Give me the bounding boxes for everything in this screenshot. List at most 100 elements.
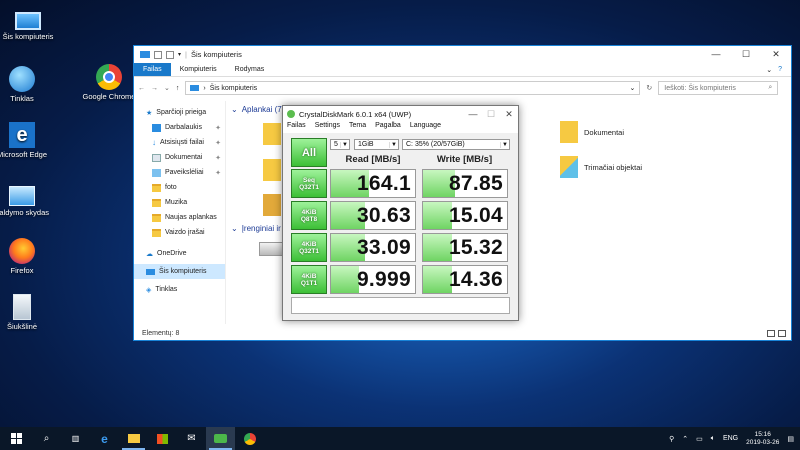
tab-view[interactable]: Rodymas: [226, 63, 274, 76]
test-button-seq-q32t1[interactable]: Seq Q32T1: [291, 169, 327, 198]
address-bar[interactable]: › Šis kompiuteris ⌄: [185, 81, 641, 95]
search-button[interactable]: ⌕: [32, 427, 61, 450]
download-arrow-icon: ↓: [152, 138, 156, 147]
nav-this-pc[interactable]: Šis kompiuteris: [134, 264, 225, 279]
section-folders-header[interactable]: ⌄ Aplankai (7): [231, 105, 284, 114]
menu-help[interactable]: Pagalba: [375, 122, 401, 133]
folder-tile-left-3[interactable]: [263, 194, 281, 216]
read-fill-bar: [331, 266, 359, 293]
folder-icon: [152, 228, 161, 237]
clock[interactable]: 15:16 2019-03-26: [746, 431, 779, 447]
breadcrumb-separator-icon: ›: [203, 84, 206, 92]
chevron-down-icon[interactable]: ⌄: [766, 66, 772, 74]
menu-settings[interactable]: Settings: [315, 122, 340, 133]
details-view-icon[interactable]: [767, 330, 775, 337]
close-button[interactable]: ✕: [761, 49, 791, 60]
clock-time: 15:16: [754, 430, 771, 438]
chevron-up-icon[interactable]: ⌃: [682, 435, 688, 443]
section-devices-header[interactable]: ⌄ Įrenginiai ir: [231, 224, 281, 233]
desktop-icon-edge[interactable]: e Microsoft Edge: [0, 122, 50, 159]
nav-item-documents[interactable]: Dokumentai ✦: [134, 150, 225, 165]
refresh-icon[interactable]: ↻: [646, 84, 652, 92]
status-bar-items: Elementų: 8: [142, 330, 180, 337]
read-result-4k-q1t1: 9.999: [330, 265, 416, 294]
nav-item-downloads[interactable]: ↓ Atsisiųsti failai ✦: [134, 135, 225, 150]
search-icon: ⌕: [768, 84, 773, 91]
help-icon[interactable]: ?: [778, 66, 782, 73]
nav-item-new-folder[interactable]: Naujas aplankas: [134, 210, 225, 225]
people-icon[interactable]: ⚲: [669, 435, 674, 443]
maximize-button[interactable]: ☐: [731, 49, 761, 60]
recent-dropdown-icon[interactable]: ⌄: [164, 84, 170, 92]
desktop-icon-network[interactable]: Tinklas: [0, 66, 50, 103]
desktop-icon-firefox[interactable]: Firefox: [0, 238, 50, 275]
start-button[interactable]: [0, 427, 32, 450]
notifications-icon[interactable]: ▤: [787, 435, 794, 443]
properties-icon[interactable]: [154, 50, 162, 59]
menu-language[interactable]: Language: [410, 122, 441, 133]
test-button-4k-q32t1[interactable]: 4KiB Q32T1: [291, 233, 327, 262]
up-arrow-icon[interactable]: ↑: [176, 85, 180, 92]
tab-computer[interactable]: Kompiuteris: [171, 63, 226, 76]
count-select[interactable]: 5 ▼: [330, 139, 350, 150]
language-indicator[interactable]: ENG: [723, 435, 738, 442]
quick-access-dropdown-icon[interactable]: ▾: [178, 51, 181, 58]
taskbar-edge[interactable]: e: [90, 427, 119, 450]
drive-icon[interactable]: [259, 242, 283, 256]
folder-icon: [152, 213, 161, 222]
desktop-icon-label: Google Chrome: [82, 92, 136, 101]
back-arrow-icon[interactable]: ←: [138, 85, 145, 92]
comment-input[interactable]: [291, 297, 510, 314]
taskbar-crystaldiskmark[interactable]: [206, 427, 235, 450]
nav-onedrive[interactable]: ☁ OneDrive: [134, 246, 225, 261]
tab-file[interactable]: Failas: [134, 63, 171, 76]
nav-item-pictures[interactable]: Paveikslėliai ✦: [134, 165, 225, 180]
nav-item-desktop[interactable]: Darbalaukis ✦: [134, 120, 225, 135]
recycle-bin-icon: [13, 294, 31, 320]
address-dropdown-icon[interactable]: ⌄: [630, 84, 636, 92]
new-folder-icon[interactable]: [166, 50, 174, 59]
size-select[interactable]: 1GiB ▼: [354, 139, 399, 150]
windows-logo-icon: [10, 433, 22, 444]
taskbar-file-explorer[interactable]: [119, 427, 148, 450]
nav-item-music[interactable]: Muzika: [134, 195, 225, 210]
folder-tile-left-1[interactable]: [263, 123, 281, 145]
cdm-minimize-button[interactable]: —: [464, 109, 482, 120]
task-view-button[interactable]: ▥: [61, 427, 90, 450]
cdm-close-button[interactable]: ✕: [500, 109, 518, 120]
drive-select[interactable]: C: 35% (20/57GiB) ▼: [402, 139, 510, 150]
nav-network[interactable]: ◈ Tinklas: [134, 282, 225, 297]
read-result-4k-q8t8: 30.63: [330, 201, 416, 230]
folder-icon: [127, 434, 140, 443]
nav-item-foto[interactable]: foto: [134, 180, 225, 195]
taskbar-chrome[interactable]: [235, 427, 264, 450]
test-button-4k-q8t8[interactable]: 4KiB Q8T8: [291, 201, 327, 230]
folder-3d-objects[interactable]: Trimačiai objektai: [560, 156, 642, 178]
forward-arrow-icon[interactable]: →: [151, 85, 158, 92]
test-button-4k-q1t1[interactable]: 4KiB Q1T1: [291, 265, 327, 294]
network-wired-icon[interactable]: ▭: [696, 435, 703, 443]
search-input[interactable]: Ieškoti: Šis kompiuteris ⌕: [658, 81, 779, 95]
desktop-icon-this-pc[interactable]: Šis kompiuteris: [0, 8, 56, 41]
menu-file[interactable]: Failas: [287, 122, 306, 133]
write-result-4k-q1t1: 14.36: [422, 265, 508, 294]
folder-documents[interactable]: Dokumentai: [560, 121, 624, 143]
large-icons-view-icon[interactable]: [778, 330, 786, 337]
desktop-icon-chrome[interactable]: Google Chrome: [81, 64, 137, 101]
pin-icon: ✦: [215, 139, 221, 147]
write-column-header: Write [MB/s]: [436, 154, 493, 165]
write-result-4k-q32t1: 15.32: [422, 233, 508, 262]
minimize-button[interactable]: —: [701, 49, 731, 60]
desktop-icon-recycle-bin[interactable]: Šiukšlinė: [0, 294, 50, 331]
all-button[interactable]: All: [291, 138, 327, 167]
taskbar-mail[interactable]: ✉: [177, 427, 206, 450]
menu-theme[interactable]: Tema: [349, 122, 366, 133]
folder-tile-left-2[interactable]: [263, 159, 281, 181]
cdm-maximize-button[interactable]: ☐: [482, 109, 500, 120]
nav-item-videos[interactable]: Vaizdo įrašai: [134, 225, 225, 240]
taskbar-store[interactable]: [148, 427, 177, 450]
nav-quick-access[interactable]: ★ Sparčioji prieiga: [134, 105, 225, 120]
desktop-icon-control-panel[interactable]: Valdymo skydas: [0, 183, 50, 217]
volume-icon[interactable]: 🔈︎: [711, 435, 715, 443]
chrome-icon: [96, 64, 122, 90]
